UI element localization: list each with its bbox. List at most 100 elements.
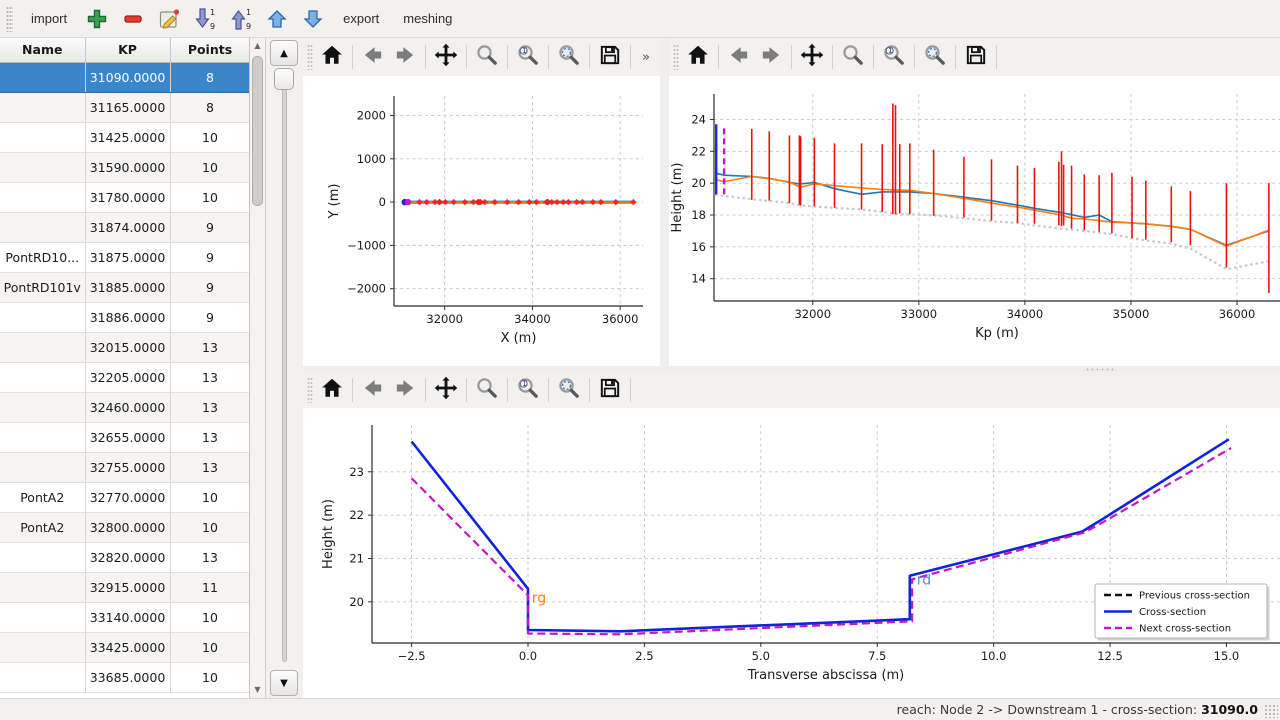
cell-points[interactable]: 10 (170, 632, 250, 662)
table-row[interactable]: PontA232770.000010 (0, 482, 250, 512)
cell-name[interactable]: PontA2 (0, 482, 85, 512)
cell-name[interactable] (0, 152, 85, 182)
table-row[interactable]: 32655.000013 (0, 422, 250, 452)
cell-kp[interactable]: 31425.0000 (85, 122, 170, 152)
zoom-one-button[interactable]: 1 (879, 42, 909, 72)
toolbar-grip[interactable] (307, 44, 313, 70)
table-row[interactable]: PontRD101v31885.00009 (0, 272, 250, 302)
cell-name[interactable]: PontA2 (0, 512, 85, 542)
cell-kp[interactable]: 31090.0000 (85, 62, 170, 92)
cell-points[interactable]: 9 (170, 302, 250, 332)
toolbar-grip[interactable] (673, 44, 679, 70)
vertical-splitter[interactable] (660, 38, 669, 366)
column-header-points[interactable]: Points (170, 38, 250, 62)
cell-kp[interactable]: 33140.0000 (85, 602, 170, 632)
slider-handle[interactable] (274, 68, 294, 90)
cell-points[interactable]: 13 (170, 392, 250, 422)
remove-section-button[interactable] (117, 4, 149, 34)
splitter-grip[interactable] (1085, 368, 1115, 371)
cell-points[interactable]: 13 (170, 362, 250, 392)
zoom-button[interactable] (838, 42, 868, 72)
move-up-button[interactable] (261, 4, 293, 34)
table-row[interactable]: 32460.000013 (0, 392, 250, 422)
save-button[interactable] (595, 375, 625, 405)
table-row[interactable]: 31590.000010 (0, 152, 250, 182)
cell-name[interactable] (0, 632, 85, 662)
cell-kp[interactable]: 33425.0000 (85, 632, 170, 662)
zoom-button[interactable] (472, 375, 502, 405)
cell-kp[interactable]: 32820.0000 (85, 542, 170, 572)
table-row[interactable]: 31874.00009 (0, 212, 250, 242)
profile-chart[interactable]: 3200033000340003500036000141618202224Kp … (669, 76, 1280, 366)
cell-kp[interactable]: 32800.0000 (85, 512, 170, 542)
column-header-name[interactable]: Name (0, 38, 85, 62)
cell-points[interactable]: 10 (170, 512, 250, 542)
cell-kp[interactable]: 31780.0000 (85, 182, 170, 212)
table-row[interactable]: 33140.000010 (0, 602, 250, 632)
cell-name[interactable]: PontRD10... (0, 242, 85, 272)
cell-name[interactable] (0, 602, 85, 632)
column-header-kp[interactable]: KP (85, 38, 170, 62)
sort-ascending-button[interactable]: 19 (225, 4, 257, 34)
toolbar-grip[interactable] (6, 6, 13, 32)
meshing-button[interactable]: meshing (393, 7, 462, 30)
cell-kp[interactable]: 31886.0000 (85, 302, 170, 332)
cell-name[interactable] (0, 302, 85, 332)
cell-points[interactable]: 10 (170, 152, 250, 182)
toolbar-grip[interactable] (307, 377, 313, 403)
table-row[interactable]: PontRD10...31875.00009 (0, 242, 250, 272)
cell-kp[interactable]: 32915.0000 (85, 572, 170, 602)
table-row[interactable]: 31886.00009 (0, 302, 250, 332)
cell-kp[interactable]: 31885.0000 (85, 272, 170, 302)
cell-points[interactable]: 10 (170, 602, 250, 632)
cell-kp[interactable]: 32460.0000 (85, 392, 170, 422)
zoom-rect-button[interactable] (554, 375, 584, 405)
sort-descending-button[interactable]: 19 (189, 4, 221, 34)
cell-name[interactable] (0, 122, 85, 152)
table-row[interactable]: 33425.000010 (0, 632, 250, 662)
table-row[interactable]: 31165.00008 (0, 92, 250, 122)
cell-name[interactable] (0, 422, 85, 452)
cell-name[interactable] (0, 572, 85, 602)
export-button[interactable]: export (333, 7, 389, 30)
cell-kp[interactable]: 32205.0000 (85, 362, 170, 392)
table-scrollbar-thumb[interactable] (252, 56, 263, 206)
save-button[interactable] (595, 42, 625, 72)
scroll-down-icon[interactable]: ▼ (250, 682, 265, 696)
table-row[interactable]: 31090.00008 (0, 62, 250, 92)
cell-points[interactable]: 13 (170, 452, 250, 482)
cell-points[interactable]: 11 (170, 572, 250, 602)
pan-button[interactable] (431, 42, 461, 72)
cell-kp[interactable]: 31874.0000 (85, 212, 170, 242)
cell-points[interactable]: 10 (170, 482, 250, 512)
table-row[interactable]: 31780.000010 (0, 182, 250, 212)
cell-points[interactable]: 9 (170, 272, 250, 302)
table-row[interactable]: 31425.000010 (0, 122, 250, 152)
toolbar-overflow-button[interactable]: » (636, 50, 656, 65)
pan-button[interactable] (797, 42, 827, 72)
resize-grip[interactable] (1264, 704, 1278, 718)
cell-kp[interactable]: 32655.0000 (85, 422, 170, 452)
cell-name[interactable] (0, 332, 85, 362)
cell-name[interactable] (0, 662, 85, 692)
move-down-button[interactable] (297, 4, 329, 34)
edit-section-button[interactable] (153, 4, 185, 34)
cell-kp[interactable]: 31590.0000 (85, 152, 170, 182)
cell-points[interactable]: 8 (170, 92, 250, 122)
cell-name[interactable] (0, 452, 85, 482)
plan-view-chart[interactable]: 320003400036000−2000−1000010002000X (m)Y… (303, 76, 660, 366)
zoom-button[interactable] (472, 42, 502, 72)
cell-kp[interactable]: 32015.0000 (85, 332, 170, 362)
import-button[interactable]: import (21, 7, 77, 30)
cell-points[interactable]: 13 (170, 422, 250, 452)
home-button[interactable] (683, 42, 713, 72)
cell-points[interactable]: 13 (170, 542, 250, 572)
cell-name[interactable] (0, 62, 85, 92)
cell-kp[interactable]: 31875.0000 (85, 242, 170, 272)
zoom-one-button[interactable]: 1 (513, 42, 543, 72)
forward-button[interactable] (390, 42, 420, 72)
back-button[interactable] (358, 375, 388, 405)
cell-kp[interactable]: 32755.0000 (85, 452, 170, 482)
save-button[interactable] (961, 42, 991, 72)
add-section-button[interactable] (81, 4, 113, 34)
